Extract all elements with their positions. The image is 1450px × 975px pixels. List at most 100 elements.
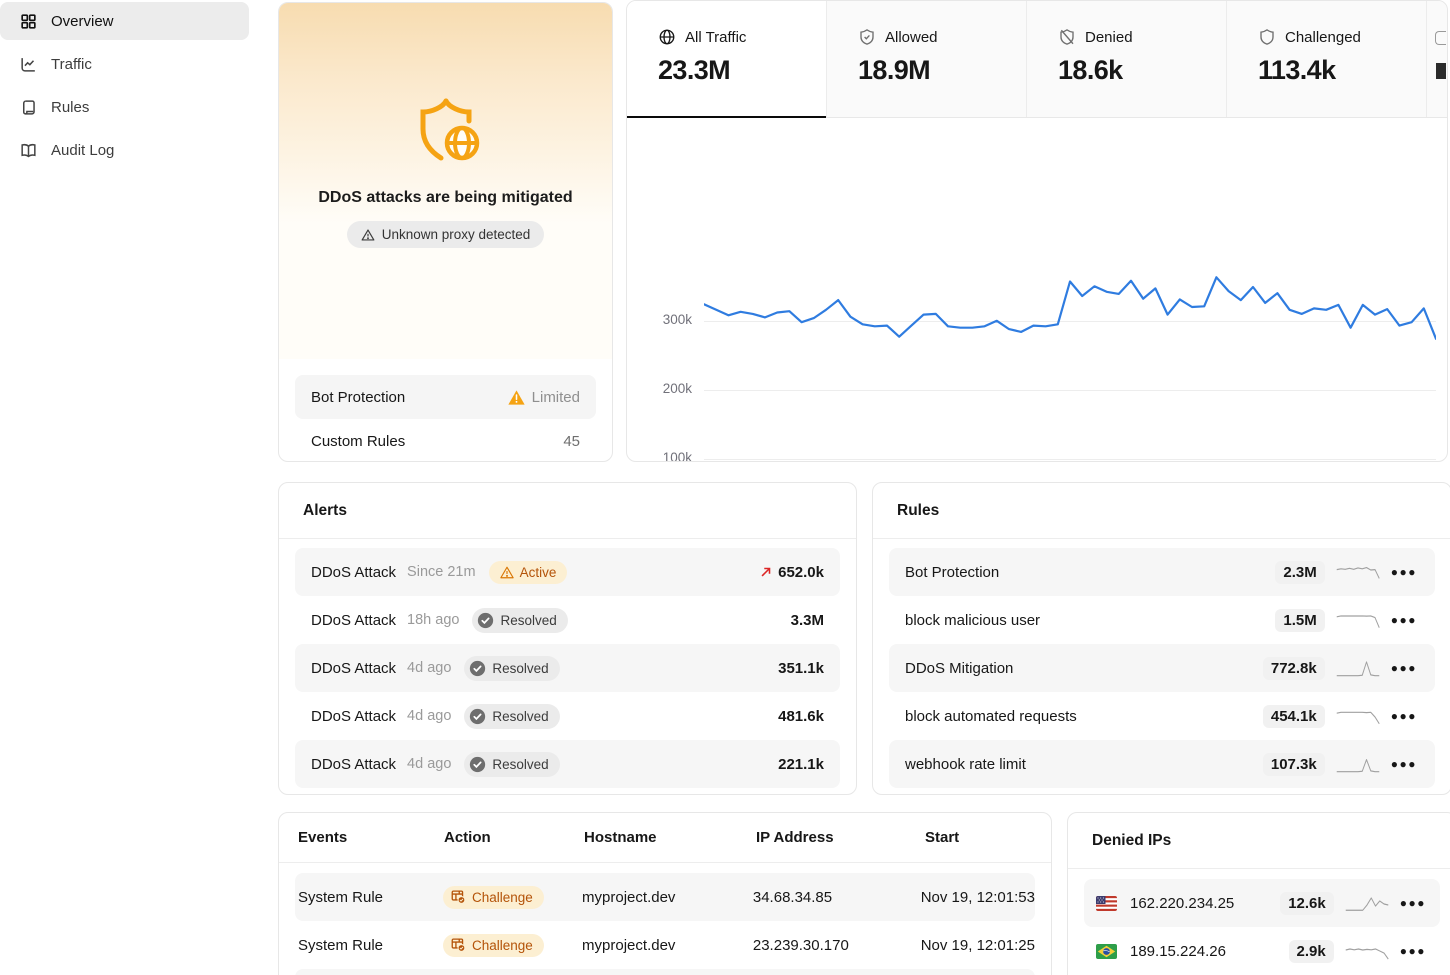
alert-time: Since 21m (407, 564, 476, 580)
rule-sparkline (1336, 753, 1380, 775)
event-row[interactable]: System Rule Challenge myprojec (295, 921, 1035, 969)
rule-sparkline (1336, 609, 1380, 631)
rule-value: 1.5M (1275, 609, 1324, 632)
alert-row[interactable]: DDoS Attack 4d ago Resolved 351.1k (295, 644, 840, 692)
status-badge-resolved: Resolved (464, 656, 559, 681)
rules-card: Rules Bot Protection 2.3M ●●● block mali… (872, 482, 1450, 795)
rule-row[interactable]: block malicious user 1.5M ●●● (889, 596, 1435, 644)
denied-ips-title: Denied IPs (1068, 813, 1450, 869)
sidebar-item-overview[interactable]: Overview (0, 2, 249, 40)
row-menu-button[interactable]: ●●● (1389, 611, 1419, 629)
denied-ip-row[interactable]: 189.15.224.26 2.9k ●●● (1084, 927, 1440, 975)
denied-ip-sparkline (1345, 892, 1389, 914)
bot-protection-label: Bot Protection (311, 389, 405, 406)
firewall-check-icon (451, 890, 466, 904)
shield-check-icon (858, 28, 876, 46)
rule-value: 2.3M (1275, 561, 1324, 584)
sidebar-item-rules[interactable]: Rules (0, 88, 249, 126)
bot-protection-value: Limited (532, 389, 580, 406)
rule-value: 772.8k (1263, 657, 1325, 680)
rule-name: block malicious user (905, 612, 1040, 629)
rule-row[interactable]: block automated requests 454.1k ●●● (889, 692, 1435, 740)
events-table-header: Events Action Hostname IP Address Start (279, 813, 1051, 863)
rule-row[interactable]: DDoS Mitigation 772.8k ●●● (889, 644, 1435, 692)
event-rule: System Rule (298, 889, 443, 906)
proxy-warning-badge: Unknown proxy detected (347, 221, 545, 248)
check-circle-icon (477, 612, 494, 629)
column-header-action: Action (444, 829, 584, 846)
alert-row[interactable]: DDoS Attack 18h ago Resolved 3.3M (295, 596, 840, 644)
tab-value: 18.6k (1058, 55, 1226, 86)
row-menu-button[interactable]: ●●● (1398, 894, 1428, 912)
status-badge-resolved: Resolved (472, 608, 567, 633)
event-start: Nov 19, 12:01:53 (921, 889, 1035, 906)
alert-row[interactable]: DDoS Attack 4d ago Resolved 221.1k (295, 740, 840, 788)
column-header-events: Events (298, 829, 444, 846)
row-menu-button[interactable]: ●●● (1398, 942, 1428, 960)
bot-protection-row: Bot Protection Limited (295, 375, 596, 419)
rule-sparkline (1336, 705, 1380, 727)
custom-rules-label: Custom Rules (311, 433, 405, 450)
status-badge-resolved: Resolved (464, 752, 559, 777)
tab-label: Challenged (1285, 29, 1361, 46)
mitigation-status-card: DDoS attacks are being mitigated Unknown… (278, 2, 613, 462)
check-circle-icon (469, 756, 486, 773)
tab-value: 113.4k (1258, 55, 1426, 86)
tab-denied[interactable]: Denied 18.6k (1027, 1, 1227, 117)
rule-value: 107.3k (1263, 753, 1325, 776)
alert-row[interactable]: DDoS Attack Since 21m Active 652.0k (295, 548, 840, 596)
sidebar-item-label: Overview (51, 13, 114, 30)
shield-globe-icon (410, 97, 482, 163)
events-table-card: Events Action Hostname IP Address Start … (278, 812, 1052, 975)
event-row-partial (295, 969, 1035, 975)
denied-ip-address: 162.220.234.25 (1130, 895, 1234, 912)
row-menu-button[interactable]: ●●● (1389, 563, 1419, 581)
alert-value: 481.6k (778, 708, 824, 725)
scroll-icon (19, 98, 38, 117)
column-header-hostname: Hostname (584, 829, 756, 846)
grid-icon (19, 12, 38, 31)
mitigation-hero: DDoS attacks are being mitigated Unknown… (279, 3, 612, 359)
warning-triangle-icon (500, 566, 514, 579)
status-badge-active: Active (489, 561, 568, 584)
row-menu-button[interactable]: ●●● (1389, 755, 1419, 773)
event-ip: 23.239.30.170 (753, 937, 921, 954)
row-menu-button[interactable]: ●●● (1389, 659, 1419, 677)
alert-time: 4d ago (407, 660, 451, 676)
custom-rules-count: 45 (563, 433, 580, 450)
tab-allowed[interactable]: Allowed 18.9M (827, 1, 1027, 117)
sidebar-item-audit-log[interactable]: Audit Log (0, 131, 249, 169)
alert-row[interactable]: DDoS Attack 4d ago Resolved 481.6k (295, 692, 840, 740)
denied-ip-row[interactable]: 162.220.234.25 12.6k ●●● (1084, 879, 1440, 927)
chart-y-axis: 300k200k100k0 (627, 118, 692, 462)
status-rows: Bot Protection Limited Custom Rules 45 (295, 375, 596, 462)
event-hostname: myproject.dev (582, 937, 753, 954)
rule-name: DDoS Mitigation (905, 660, 1013, 677)
column-header-ip: IP Address (756, 829, 925, 846)
rule-row[interactable]: webhook rate limit 107.3k ●●● (889, 740, 1435, 788)
tab-label: All Traffic (685, 29, 746, 46)
alert-value: 221.1k (778, 756, 824, 773)
tab-all-traffic[interactable]: All Traffic 23.3M (627, 1, 827, 117)
mitigation-title: DDoS attacks are being mitigated (318, 189, 572, 207)
alert-name: DDoS Attack (311, 756, 396, 773)
us-flag-icon (1096, 896, 1117, 911)
challenge-badge: Challenge (443, 886, 544, 909)
sidebar: Overview Traffic Rules Audit Log (0, 0, 262, 975)
row-menu-button[interactable]: ●●● (1389, 707, 1419, 725)
br-flag-icon (1096, 944, 1117, 959)
column-header-start: Start (925, 829, 959, 846)
main-content: DDoS attacks are being mitigated Unknown… (262, 0, 1450, 975)
tab-challenged[interactable]: Challenged 113.4k (1227, 1, 1427, 117)
check-circle-icon (469, 660, 486, 677)
tab-partial-offscreen[interactable] (1427, 1, 1447, 117)
traffic-chart-area: 300k200k100k0 10:39:00 AM10:54:00 AM11:0… (627, 118, 1447, 462)
event-row[interactable]: System Rule Challenge myprojec (295, 873, 1035, 921)
rule-sparkline (1336, 561, 1380, 583)
alert-name: DDoS Attack (311, 564, 396, 581)
sidebar-item-traffic[interactable]: Traffic (0, 45, 249, 83)
alerts-title: Alerts (279, 483, 856, 539)
warning-triangle-icon (361, 228, 375, 242)
rule-row[interactable]: Bot Protection 2.3M ●●● (889, 548, 1435, 596)
traffic-overview-card: All Traffic 23.3M Allowed 18.9M (626, 0, 1448, 462)
